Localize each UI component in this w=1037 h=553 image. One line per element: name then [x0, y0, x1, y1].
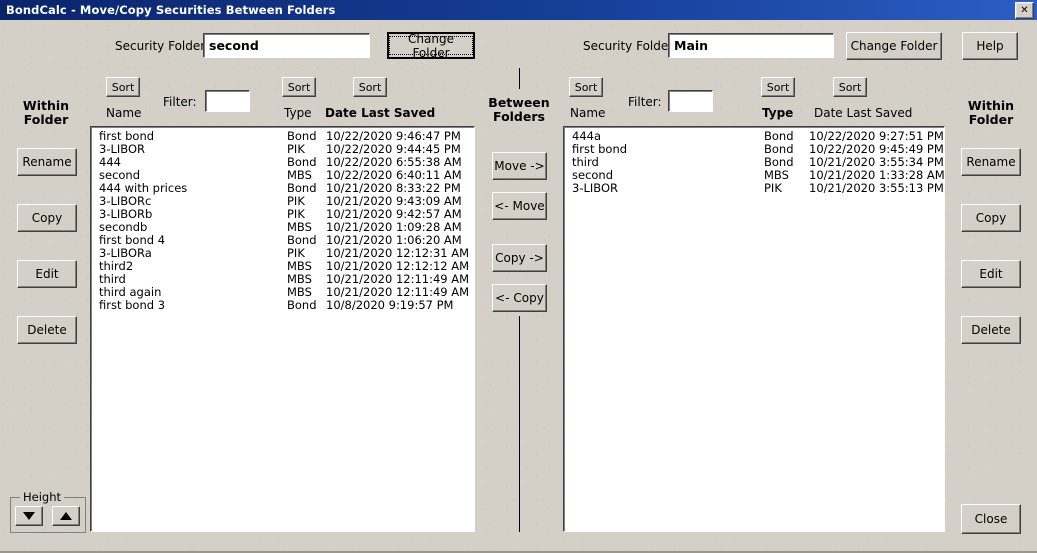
- left-security-folder-label: Security Folder:: [115, 39, 210, 53]
- left-change-folder-button[interactable]: Change Folder: [387, 32, 475, 60]
- left-sort-date-button[interactable]: Sort: [353, 77, 387, 97]
- left-sort-name-button[interactable]: Sort: [106, 77, 140, 97]
- left-delete-button[interactable]: Delete: [17, 316, 77, 344]
- right-security-folder-label: Security Folder:: [583, 39, 678, 53]
- left-within-folder-title-line2: Folder: [23, 112, 69, 127]
- height-decrease-button[interactable]: [15, 506, 43, 526]
- left-edit-button[interactable]: Edit: [17, 260, 77, 288]
- between-folders-title: Between Folders: [482, 96, 556, 124]
- right-sort-name-button[interactable]: Sort: [569, 77, 603, 97]
- left-rename-button[interactable]: Rename: [17, 148, 77, 176]
- left-sort-type-button[interactable]: Sort: [282, 77, 316, 97]
- window-title: BondCalc - Move/Copy Securities Between …: [6, 3, 336, 17]
- right-edit-button[interactable]: Edit: [961, 260, 1021, 288]
- right-within-folder-title-line2: Folder: [968, 112, 1014, 127]
- copy-right-button[interactable]: Copy ->: [492, 244, 547, 272]
- left-within-folder-title: Within Folder: [10, 99, 82, 127]
- height-increase-button[interactable]: [52, 506, 80, 526]
- triangle-up-icon: [60, 512, 72, 520]
- left-within-folder-title-line1: Within: [22, 98, 70, 113]
- middle-divider-bottom: [519, 316, 520, 532]
- right-copy-button[interactable]: Copy: [961, 204, 1021, 232]
- right-within-folder-title: Within Folder: [955, 99, 1027, 127]
- right-change-folder-button[interactable]: Change Folder: [846, 32, 942, 60]
- left-change-folder-label: Change Folder: [389, 32, 473, 60]
- right-security-folder-input[interactable]: Main: [668, 33, 834, 58]
- table-row[interactable]: 3-LIBOR PIK 10/21/2020 3:55:13 PM: [564, 182, 944, 195]
- table-row[interactable]: first bond 3 Bond 10/8/2020 9:19:57 PM: [91, 299, 474, 312]
- left-copy-button[interactable]: Copy: [17, 204, 77, 232]
- middle-divider-top: [519, 68, 520, 89]
- right-col-date-label: Date Last Saved: [814, 106, 913, 120]
- left-filter-input[interactable]: [205, 90, 250, 112]
- right-delete-button[interactable]: Delete: [961, 316, 1021, 344]
- right-securities-listbox[interactable]: 444a Bond 10/22/2020 9:27:51 PM first bond B…: [563, 126, 945, 532]
- help-button[interactable]: Help: [962, 32, 1018, 60]
- close-button[interactable]: Close: [961, 504, 1021, 534]
- right-sort-date-button[interactable]: Sort: [833, 77, 867, 97]
- row-date: 10/8/2020 9:19:57 PM: [326, 298, 454, 312]
- right-rename-button[interactable]: Rename: [961, 148, 1021, 176]
- move-left-button[interactable]: <- Move: [492, 192, 547, 220]
- left-filter-label: Filter:: [163, 95, 197, 109]
- triangle-down-icon: [23, 512, 35, 520]
- row-name: 3-LIBOR: [572, 181, 618, 195]
- left-col-type-label: Type: [284, 106, 312, 120]
- dialog-window: BondCalc - Move/Copy Securities Between …: [0, 0, 1037, 553]
- row-type: Bond: [287, 298, 317, 312]
- copy-left-button[interactable]: <- Copy: [492, 284, 547, 312]
- between-folders-title-line2: Folders: [493, 109, 545, 124]
- right-within-folder-title-line1: Within: [967, 98, 1015, 113]
- left-col-date-label: Date Last Saved: [325, 106, 436, 120]
- right-col-type-label: Type: [762, 106, 794, 120]
- left-security-folder-input[interactable]: second: [203, 33, 370, 58]
- right-filter-input[interactable]: [668, 90, 713, 112]
- title-bar[interactable]: BondCalc - Move/Copy Securities Between …: [0, 0, 1037, 20]
- right-filter-label: Filter:: [628, 95, 662, 109]
- right-sort-type-button[interactable]: Sort: [761, 77, 795, 97]
- left-col-name-label: Name: [106, 106, 142, 120]
- close-window-icon[interactable]: ✕: [1015, 2, 1034, 19]
- row-name: first bond 3: [99, 298, 166, 312]
- move-right-button[interactable]: Move ->: [492, 152, 547, 180]
- between-folders-title-line1: Between: [488, 95, 550, 110]
- left-securities-listbox[interactable]: first bond Bond 10/22/2020 9:46:47 PM 3-LIB…: [90, 126, 475, 532]
- right-col-name-label: Name: [570, 106, 606, 120]
- height-groupbox: Height: [10, 490, 86, 533]
- height-group-label: Height: [20, 490, 65, 504]
- row-type: PIK: [764, 181, 782, 195]
- row-date: 10/21/2020 3:55:13 PM: [809, 181, 944, 195]
